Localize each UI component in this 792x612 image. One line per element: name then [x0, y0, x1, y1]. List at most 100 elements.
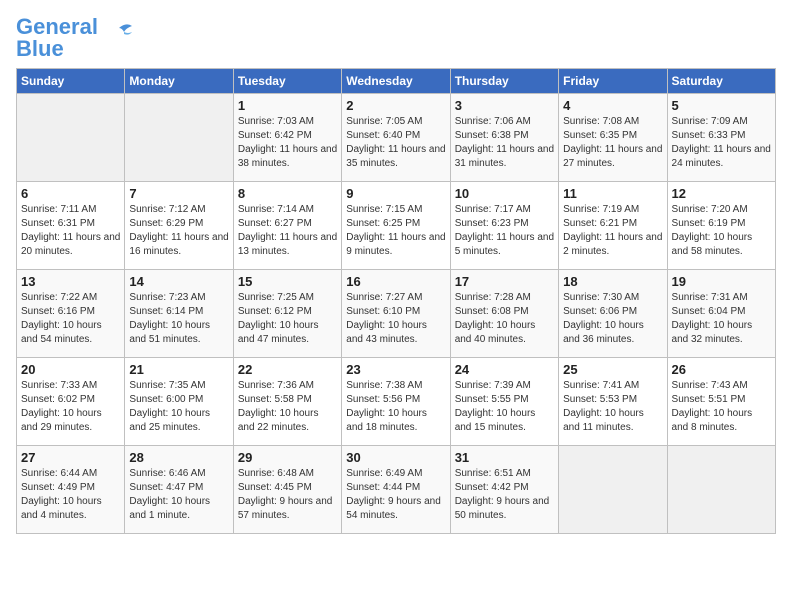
day-number: 26: [672, 362, 771, 377]
calendar-week-row: 20Sunrise: 7:33 AMSunset: 6:02 PMDayligh…: [17, 358, 776, 446]
calendar-cell: [559, 446, 667, 534]
calendar-cell: 15 Sunrise: 7:25 AMSunset: 6:12 PMDayligh…: [233, 270, 341, 358]
calendar-week-row: 13 Sunrise: 7:22 AMSunset: 6:16 PMDayligh…: [17, 270, 776, 358]
day-number: 24: [455, 362, 554, 377]
day-info: Sunrise: 7:27 AMSunset: 6:10 PMDaylight:…: [346, 291, 445, 347]
day-number: 27: [21, 450, 120, 465]
calendar-cell: 2 Sunrise: 7:05 AMSunset: 6:40 PMDaylight…: [342, 94, 450, 182]
calendar-cell: 13 Sunrise: 7:22 AMSunset: 6:16 PMDayligh…: [17, 270, 125, 358]
col-header-friday: Friday: [559, 69, 667, 94]
calendar-cell: 3 Sunrise: 7:06 AMSunset: 6:38 PMDaylight…: [450, 94, 558, 182]
day-info: Sunrise: 7:28 AMSunset: 6:08 PMDaylight:…: [455, 291, 554, 347]
day-number: 20: [21, 362, 120, 377]
calendar-week-row: 27 Sunrise: 6:44 AMSunset: 4:49 PMDayligh…: [17, 446, 776, 534]
day-number: 2: [346, 98, 445, 113]
day-info: Sunrise: 7:17 AMSunset: 6:23 PMDaylight:…: [455, 203, 554, 259]
calendar-cell: [125, 94, 233, 182]
day-number: 31: [455, 450, 554, 465]
day-info: Sunrise: 6:44 AMSunset: 4:49 PMDaylight:…: [21, 467, 120, 523]
calendar-cell: [667, 446, 775, 534]
day-number: 12: [672, 186, 771, 201]
day-info: Sunrise: 6:46 AMSunset: 4:47 PMDaylight:…: [129, 467, 228, 523]
day-number: 28: [129, 450, 228, 465]
logo-blue: Blue: [16, 36, 64, 61]
day-number: 18: [563, 274, 662, 289]
day-number: 25: [563, 362, 662, 377]
day-info: Sunrise: 7:39 AMSunset: 5:55 PMDaylight:…: [455, 379, 554, 435]
day-info: Sunrise: 7:03 AMSunset: 6:42 PMDaylight:…: [238, 115, 337, 171]
calendar-cell: 29 Sunrise: 6:48 AMSunset: 4:45 PMDayligh…: [233, 446, 341, 534]
calendar-cell: 24 Sunrise: 7:39 AMSunset: 5:55 PMDayligh…: [450, 358, 558, 446]
day-info: Sunrise: 6:49 AMSunset: 4:44 PMDaylight:…: [346, 467, 445, 523]
calendar-cell: 6Sunrise: 7:11 AMSunset: 6:31 PMDaylight…: [17, 182, 125, 270]
logo-text: General Blue: [16, 16, 98, 60]
day-number: 22: [238, 362, 337, 377]
day-number: 15: [238, 274, 337, 289]
col-header-sunday: Sunday: [17, 69, 125, 94]
day-info: Sunrise: 7:19 AMSunset: 6:21 PMDaylight:…: [563, 203, 662, 259]
day-number: 14: [129, 274, 228, 289]
day-info: Sunrise: 7:22 AMSunset: 6:16 PMDaylight:…: [21, 291, 120, 347]
calendar-cell: 10 Sunrise: 7:17 AMSunset: 6:23 PMDayligh…: [450, 182, 558, 270]
day-number: 10: [455, 186, 554, 201]
day-number: 3: [455, 98, 554, 113]
day-info: Sunrise: 7:23 AMSunset: 6:14 PMDaylight:…: [129, 291, 228, 347]
calendar-table: SundayMondayTuesdayWednesdayThursdayFrid…: [16, 68, 776, 534]
day-number: 5: [672, 98, 771, 113]
day-info: Sunrise: 7:36 AMSunset: 5:58 PMDaylight:…: [238, 379, 337, 435]
col-header-monday: Monday: [125, 69, 233, 94]
col-header-wednesday: Wednesday: [342, 69, 450, 94]
day-info: Sunrise: 7:09 AMSunset: 6:33 PMDaylight:…: [672, 115, 771, 171]
day-number: 17: [455, 274, 554, 289]
day-info: Sunrise: 7:25 AMSunset: 6:12 PMDaylight:…: [238, 291, 337, 347]
day-number: 1: [238, 98, 337, 113]
day-number: 23: [346, 362, 445, 377]
day-number: 8: [238, 186, 337, 201]
day-number: 19: [672, 274, 771, 289]
page-header: General Blue: [16, 16, 776, 60]
calendar-cell: 7 Sunrise: 7:12 AMSunset: 6:29 PMDaylight…: [125, 182, 233, 270]
calendar-cell: 21Sunrise: 7:35 AMSunset: 6:00 PMDayligh…: [125, 358, 233, 446]
calendar-cell: 30 Sunrise: 6:49 AMSunset: 4:44 PMDayligh…: [342, 446, 450, 534]
day-number: 13: [21, 274, 120, 289]
day-number: 30: [346, 450, 445, 465]
day-info: Sunrise: 7:08 AMSunset: 6:35 PMDaylight:…: [563, 115, 662, 171]
col-header-saturday: Saturday: [667, 69, 775, 94]
calendar-cell: 31Sunrise: 6:51 AMSunset: 4:42 PMDayligh…: [450, 446, 558, 534]
calendar-cell: 18 Sunrise: 7:30 AMSunset: 6:06 PMDayligh…: [559, 270, 667, 358]
calendar-cell: 14 Sunrise: 7:23 AMSunset: 6:14 PMDayligh…: [125, 270, 233, 358]
day-info: Sunrise: 7:05 AMSunset: 6:40 PMDaylight:…: [346, 115, 445, 171]
calendar-cell: 26 Sunrise: 7:43 AMSunset: 5:51 PMDayligh…: [667, 358, 775, 446]
day-number: 7: [129, 186, 228, 201]
calendar-cell: 27 Sunrise: 6:44 AMSunset: 4:49 PMDayligh…: [17, 446, 125, 534]
calendar-cell: 22 Sunrise: 7:36 AMSunset: 5:58 PMDayligh…: [233, 358, 341, 446]
day-info: Sunrise: 7:06 AMSunset: 6:38 PMDaylight:…: [455, 115, 554, 171]
calendar-cell: 9Sunrise: 7:15 AMSunset: 6:25 PMDaylight…: [342, 182, 450, 270]
day-info: Sunrise: 7:41 AMSunset: 5:53 PMDaylight:…: [563, 379, 662, 435]
calendar-header-row: SundayMondayTuesdayWednesdayThursdayFrid…: [17, 69, 776, 94]
day-info: Sunrise: 7:15 AMSunset: 6:25 PMDaylight:…: [346, 203, 445, 259]
calendar-cell: 23 Sunrise: 7:38 AMSunset: 5:56 PMDayligh…: [342, 358, 450, 446]
calendar-cell: 20Sunrise: 7:33 AMSunset: 6:02 PMDayligh…: [17, 358, 125, 446]
day-number: 11: [563, 186, 662, 201]
logo: General Blue: [16, 16, 134, 60]
day-info: Sunrise: 7:30 AMSunset: 6:06 PMDaylight:…: [563, 291, 662, 347]
calendar-week-row: 1 Sunrise: 7:03 AMSunset: 6:42 PMDaylight…: [17, 94, 776, 182]
day-info: Sunrise: 7:12 AMSunset: 6:29 PMDaylight:…: [129, 203, 228, 259]
day-info: Sunrise: 7:14 AMSunset: 6:27 PMDaylight:…: [238, 203, 337, 259]
day-info: Sunrise: 7:43 AMSunset: 5:51 PMDaylight:…: [672, 379, 771, 435]
day-number: 6: [21, 186, 120, 201]
day-number: 4: [563, 98, 662, 113]
day-info: Sunrise: 6:48 AMSunset: 4:45 PMDaylight:…: [238, 467, 337, 523]
calendar-cell: 19 Sunrise: 7:31 AMSunset: 6:04 PMDayligh…: [667, 270, 775, 358]
logo-bird-icon: [104, 18, 134, 48]
calendar-cell: 17 Sunrise: 7:28 AMSunset: 6:08 PMDayligh…: [450, 270, 558, 358]
calendar-week-row: 6Sunrise: 7:11 AMSunset: 6:31 PMDaylight…: [17, 182, 776, 270]
calendar-cell: 4 Sunrise: 7:08 AMSunset: 6:35 PMDaylight…: [559, 94, 667, 182]
day-info: Sunrise: 7:31 AMSunset: 6:04 PMDaylight:…: [672, 291, 771, 347]
day-number: 29: [238, 450, 337, 465]
col-header-thursday: Thursday: [450, 69, 558, 94]
calendar-cell: 11 Sunrise: 7:19 AMSunset: 6:21 PMDayligh…: [559, 182, 667, 270]
day-info: Sunrise: 7:38 AMSunset: 5:56 PMDaylight:…: [346, 379, 445, 435]
calendar-cell: 5 Sunrise: 7:09 AMSunset: 6:33 PMDaylight…: [667, 94, 775, 182]
